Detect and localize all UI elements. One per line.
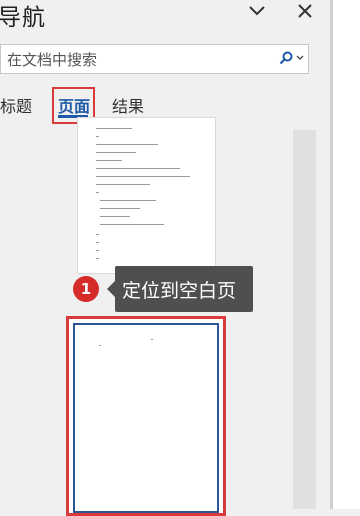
search-input[interactable]: [7, 50, 267, 70]
selected-page-border: [73, 323, 219, 513]
search-icon: [279, 51, 293, 65]
tab-results[interactable]: 结果: [112, 93, 144, 117]
document-area: [333, 0, 360, 509]
tab-pages-label: 页面: [58, 97, 91, 116]
scrollbar-track[interactable]: [293, 130, 316, 509]
tab-headings[interactable]: 标题: [0, 93, 32, 117]
chevron-down-icon: [296, 55, 304, 60]
panel-title: 导航: [0, 5, 46, 31]
search-box[interactable]: [0, 44, 309, 74]
callout-text: 定位到空白页: [122, 280, 237, 302]
page-thumbnail-2[interactable]: [66, 316, 226, 516]
step-badge: 1: [73, 276, 99, 302]
page-thumbnail-1[interactable]: [77, 117, 216, 274]
close-icon[interactable]: [294, 0, 316, 22]
chevron-down-icon[interactable]: [246, 0, 268, 22]
search-dropdown-button[interactable]: [279, 51, 304, 65]
annotation-callout: 定位到空白页: [107, 266, 253, 312]
